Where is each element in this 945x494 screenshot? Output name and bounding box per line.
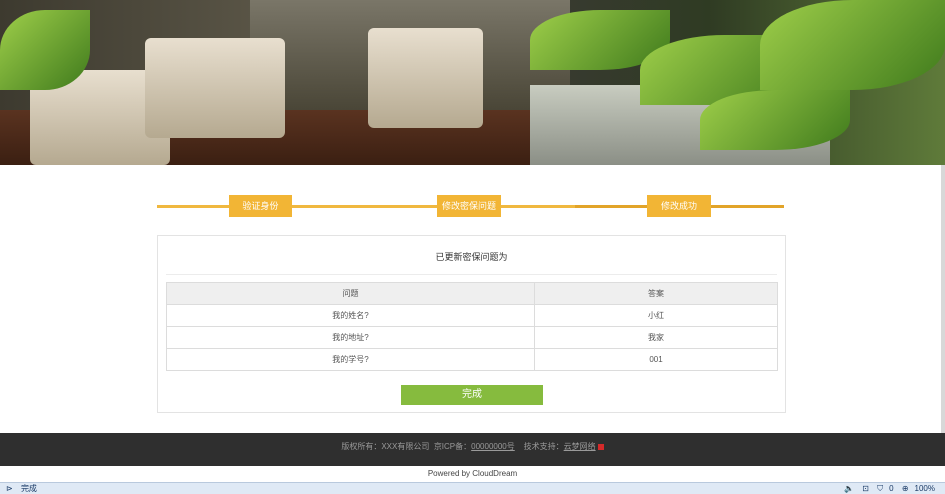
security-question-table: 问题 答案 我的姓名? 小红 我的地址? 我家 我的学号? 001 [166, 282, 778, 371]
status-text: 完成 [20, 484, 37, 493]
icp-label: 京ICP备： [433, 442, 472, 451]
question-cell: 我的学号? [166, 348, 535, 371]
step-verify-identity: 验证身份 [229, 195, 292, 217]
result-title: 已更新密保问题为 [435, 252, 508, 262]
banner-leaf [760, 0, 945, 90]
answer-cell: 001 [534, 348, 778, 371]
counter-text: 0 [889, 484, 894, 493]
table-header-row: 问题 答案 [166, 282, 778, 305]
badge-icon [597, 443, 604, 450]
result-panel: 已更新密保问题为 问题 答案 我的姓名? 小红 我的地址? 我家 我的学号? 0… [157, 235, 786, 413]
vertical-scrollbar[interactable] [941, 165, 945, 435]
table-row: 我的姓名? 小红 [166, 304, 778, 327]
question-cell: 我的姓名? [166, 304, 535, 327]
done-button[interactable]: 完成 [401, 385, 543, 405]
page-status-icon: ⊳ [6, 484, 13, 493]
table-row: 我的学号? 001 [166, 348, 778, 371]
divider [166, 274, 777, 275]
shield-icon[interactable]: ⛉ [877, 484, 883, 493]
security-icon[interactable]: ⊡ [862, 484, 869, 493]
zoom-level[interactable]: 100% [915, 484, 935, 493]
site-footer: 版权所有：XXX有限公司 京ICP备：00000000号 技术支持：云梦网络 [0, 433, 945, 466]
answer-cell: 我家 [534, 326, 778, 349]
browser-status-bar: ⊳ 完成 🔈 ⊡ ⛉ 0 ⊕ 100% [0, 482, 945, 494]
column-header-question: 问题 [166, 282, 535, 305]
table-row: 我的地址? 我家 [166, 326, 778, 349]
progress-steps: 验证身份 修改密保问题 修改成功 [157, 195, 784, 219]
copyright-text: 版权所有：XXX有限公司 [341, 442, 430, 451]
step-modify-success: 修改成功 [647, 195, 711, 217]
banner-leaf [0, 10, 90, 90]
answer-cell: 小红 [534, 304, 778, 327]
banner-leaf [700, 90, 850, 150]
zoom-icon[interactable]: ⊕ [902, 484, 909, 493]
banner-armchair [145, 38, 285, 138]
hero-banner-image [0, 0, 945, 165]
step-modify-security-question: 修改密保问题 [437, 195, 501, 217]
speaker-icon[interactable]: 🔈 [844, 484, 854, 493]
banner-armchair [368, 28, 483, 128]
support-link[interactable]: 云梦网络 [564, 442, 596, 451]
question-cell: 我的地址? [166, 326, 535, 349]
icp-link[interactable]: 00000000号 [471, 442, 515, 451]
powered-by-text: Powered by CloudDream [427, 469, 518, 478]
support-label: 技术支持： [523, 442, 564, 451]
column-header-answer: 答案 [534, 282, 778, 305]
